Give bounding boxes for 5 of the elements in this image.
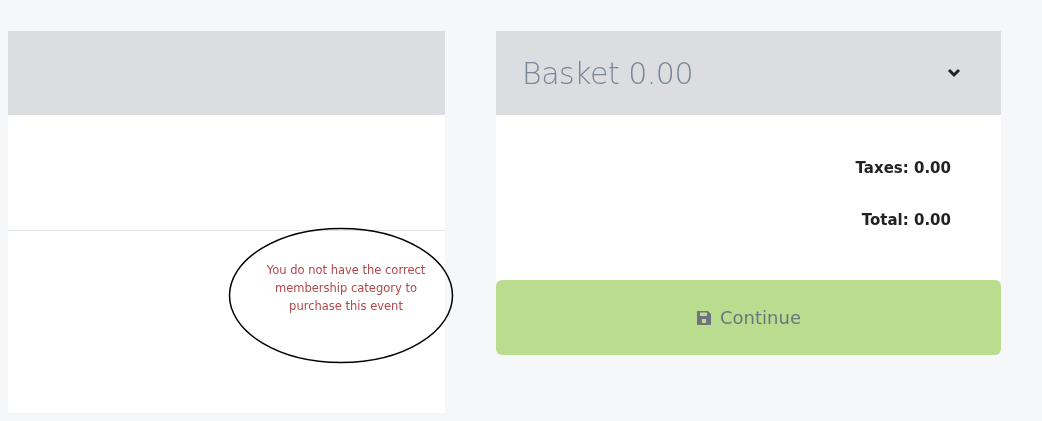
taxes-amount: Taxes: 0.00 [855,159,951,177]
basket-title: Basket 0.00 [522,55,693,91]
total-amount: Total: 0.00 [861,211,951,229]
error-message: You do not have the correct membership category to purchase this event [265,262,427,315]
chevron-icon[interactable] [947,68,961,78]
